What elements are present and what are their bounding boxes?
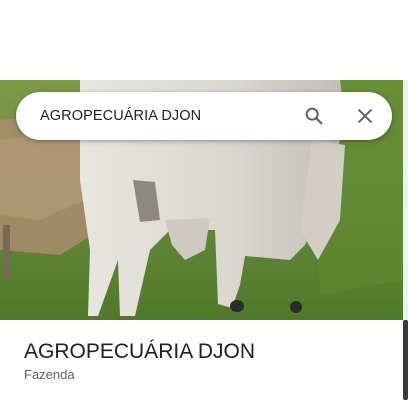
top-blank-area <box>0 0 408 80</box>
scrollbar-thumb[interactable] <box>403 320 408 400</box>
clear-search-button[interactable] <box>351 102 379 130</box>
place-category: Fazenda <box>24 367 75 382</box>
place-info-panel: AGROPECUÁRIA DJON Fazenda <box>0 320 403 400</box>
search-icon <box>305 107 323 125</box>
place-title: AGROPECUÁRIA DJON <box>24 340 256 363</box>
search-bar[interactable]: AGROPECUÁRIA DJON <box>16 92 392 140</box>
search-button[interactable] <box>300 102 328 130</box>
search-input[interactable]: AGROPECUÁRIA DJON <box>40 92 201 140</box>
close-icon <box>358 109 372 123</box>
